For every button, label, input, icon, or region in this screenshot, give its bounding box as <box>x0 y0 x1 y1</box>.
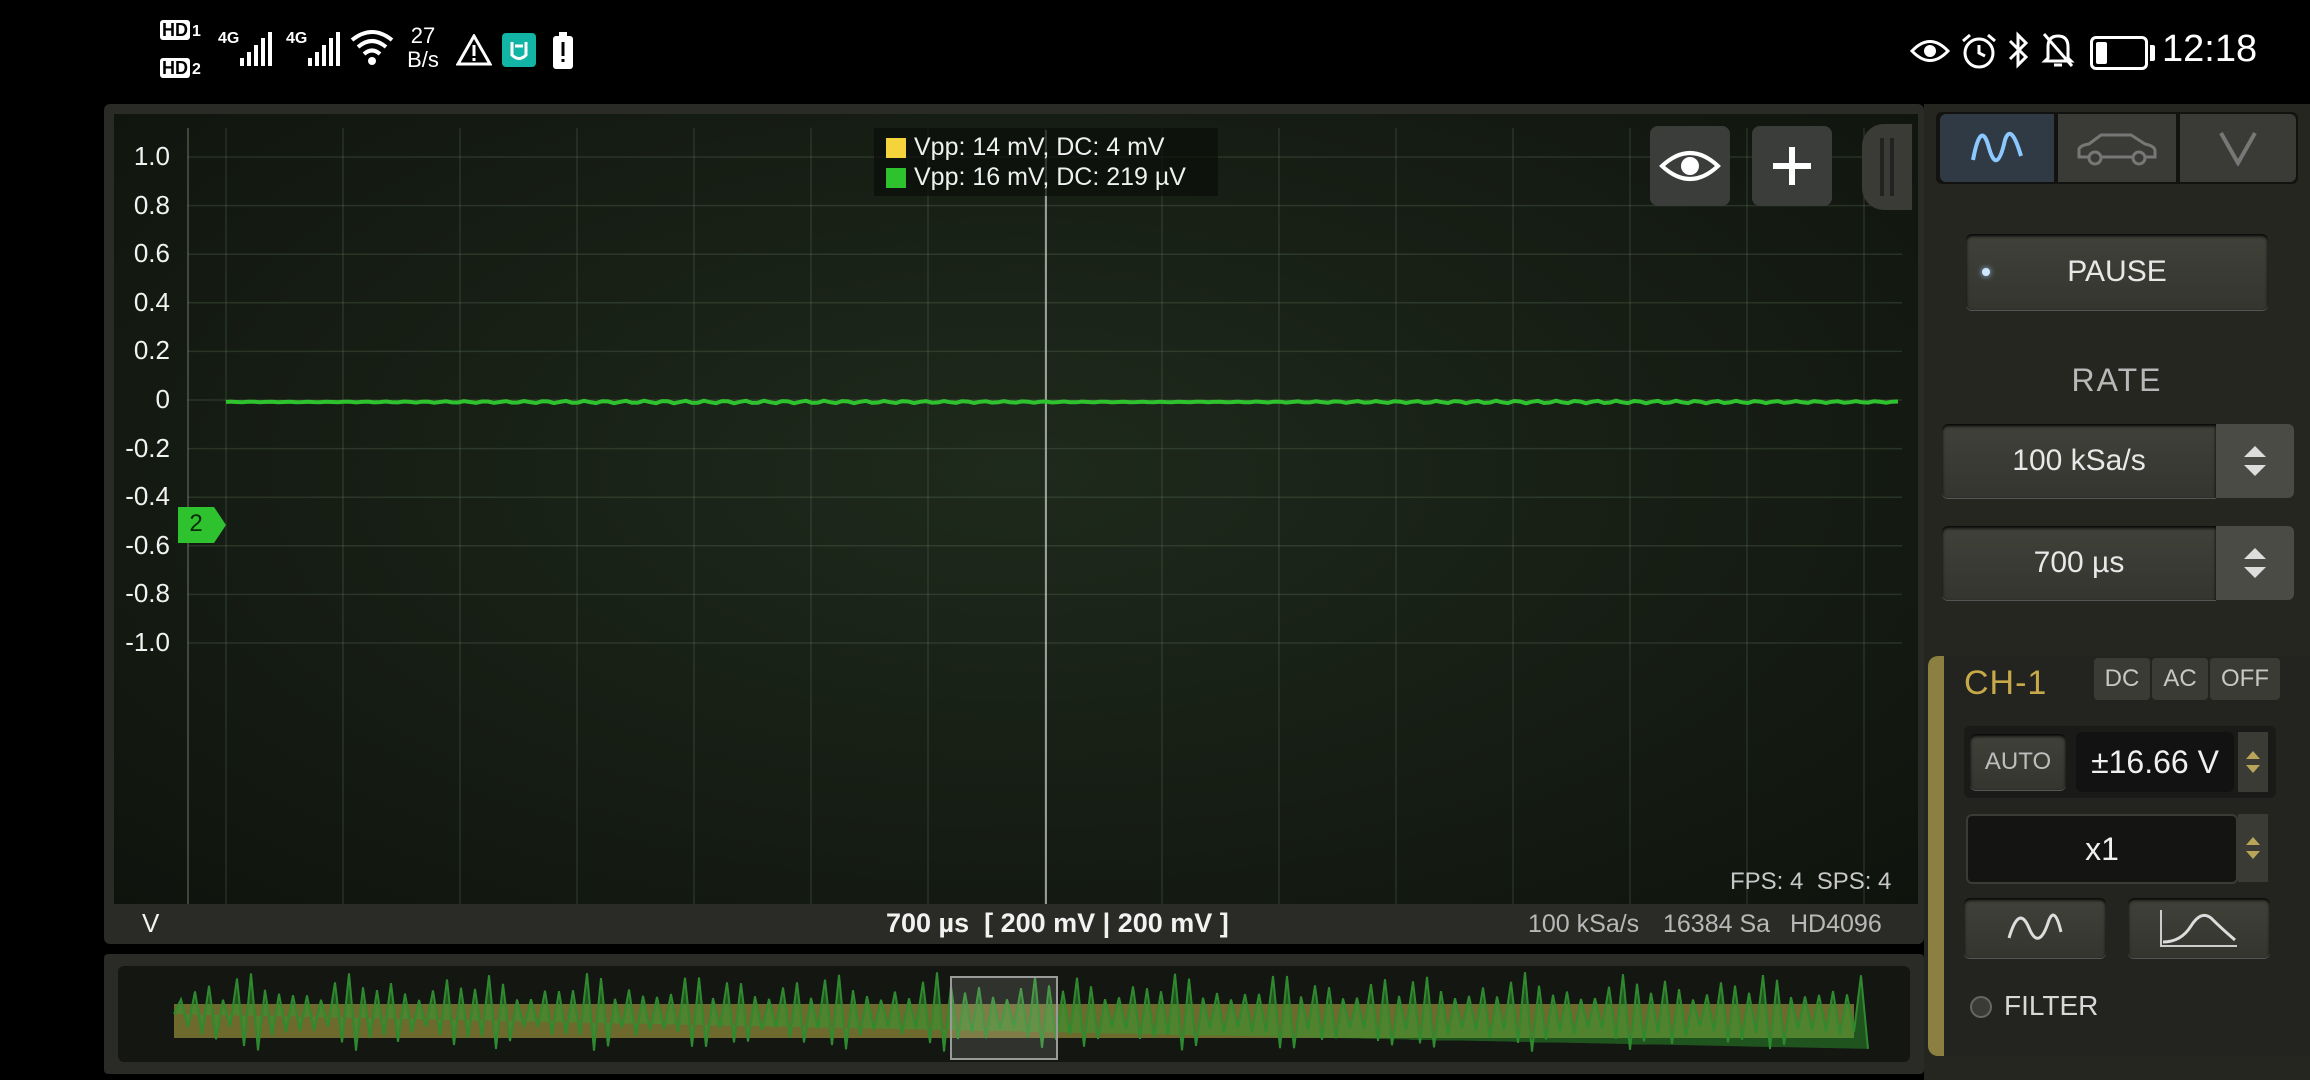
sine-wave-icon <box>1971 131 2023 162</box>
overview-viewport-window[interactable] <box>950 976 1058 1060</box>
measurement-legend: Vpp: 14 mV, DC: 4 mV Vpp: 16 mV, DC: 219… <box>874 128 1218 196</box>
resolution-readout: HD4096 <box>1790 910 1882 938</box>
panel-drawer-handle[interactable] <box>1862 124 1912 210</box>
filter-toggle[interactable] <box>1970 996 1992 1018</box>
sample-rate-stepper[interactable] <box>2216 424 2294 498</box>
y-tick-label: 0 <box>155 384 170 414</box>
up-down-arrows-icon <box>2244 446 2266 476</box>
legend-swatch-ch2 <box>886 168 906 188</box>
sample-count-readout: 16384 Sa <box>1663 910 1771 938</box>
coupling-dc-tab[interactable]: DC <box>2094 658 2150 700</box>
rate-heading: RATE <box>2071 362 2163 398</box>
waveform-mode-button[interactable] <box>1964 898 2106 958</box>
filter-curve-button[interactable] <box>2128 898 2270 958</box>
sample-rate-readout: 100 kSa/s <box>1528 910 1640 938</box>
filter-label: FILTER <box>2004 990 2099 1021</box>
channel-2-trace <box>225 398 1899 406</box>
up-down-arrows-icon <box>2246 751 2260 773</box>
up-down-arrows-icon <box>2244 548 2266 578</box>
y-tick-label: -0.8 <box>125 578 170 609</box>
time-window-stepper[interactable] <box>2216 526 2294 600</box>
y-tick-label: 0.4 <box>133 286 170 317</box>
voltage-range-field[interactable]: ±16.66 V <box>2076 732 2234 792</box>
probe-factor-stepper[interactable] <box>2238 814 2268 882</box>
filter-curve-icon <box>2160 910 2237 947</box>
plus-icon <box>1773 147 1811 185</box>
timebase-readout: 700 µs [ 200 mV | 200 mV ] <box>886 908 1229 938</box>
voltage-range-stepper[interactable] <box>2238 732 2268 792</box>
time-window-field[interactable]: 700 µs <box>1942 526 2216 600</box>
channel-2-marker[interactable]: 2 <box>178 507 226 543</box>
volt-icon <box>2219 132 2257 166</box>
run-status-led <box>1982 268 1990 276</box>
sample-rate-field[interactable]: 100 kSa/s <box>1942 424 2216 498</box>
fps-readout: FPS: 4 SPS: 4 <box>1730 868 1892 895</box>
pause-button[interactable]: PAUSE <box>1966 234 2268 310</box>
probe-factor-field[interactable]: x1 <box>1966 814 2238 884</box>
auto-range-button[interactable]: AUTO <box>1970 734 2066 790</box>
legend-ch2: Vpp: 16 mV, DC: 219 µV <box>914 163 1186 191</box>
y-tick-label: -0.6 <box>125 529 170 560</box>
tab-automotive[interactable] <box>2058 114 2176 182</box>
y-tick-label: -1.0 <box>125 627 170 657</box>
car-icon <box>2077 133 2157 166</box>
y-tick-label: -0.2 <box>125 432 170 463</box>
tab-voltmeter[interactable] <box>2180 114 2296 182</box>
y-tick-label: -0.4 <box>125 481 170 512</box>
y-tick-label: 0.2 <box>133 335 170 366</box>
add-button[interactable] <box>1752 126 1832 206</box>
legend-ch1: Vpp: 14 mV, DC: 4 mV <box>914 133 1165 161</box>
legend-swatch-ch1 <box>886 138 906 158</box>
channel-1-label: CH-1 <box>1964 664 2048 702</box>
y-axis-unit: V <box>142 908 160 938</box>
sine-wave-icon <box>2007 913 2063 940</box>
coupling-off-tab[interactable]: OFF <box>2210 658 2280 700</box>
eye-icon <box>1659 151 1721 181</box>
y-tick-label: 0.6 <box>133 238 170 269</box>
tab-oscilloscope[interactable] <box>1940 114 2054 182</box>
y-tick-label: 1.0 <box>133 141 170 171</box>
coupling-ac-tab[interactable]: AC <box>2152 658 2208 700</box>
up-down-arrows-icon <box>2246 837 2260 859</box>
y-tick-label: 0.8 <box>133 189 170 220</box>
visibility-button[interactable] <box>1650 126 1730 206</box>
